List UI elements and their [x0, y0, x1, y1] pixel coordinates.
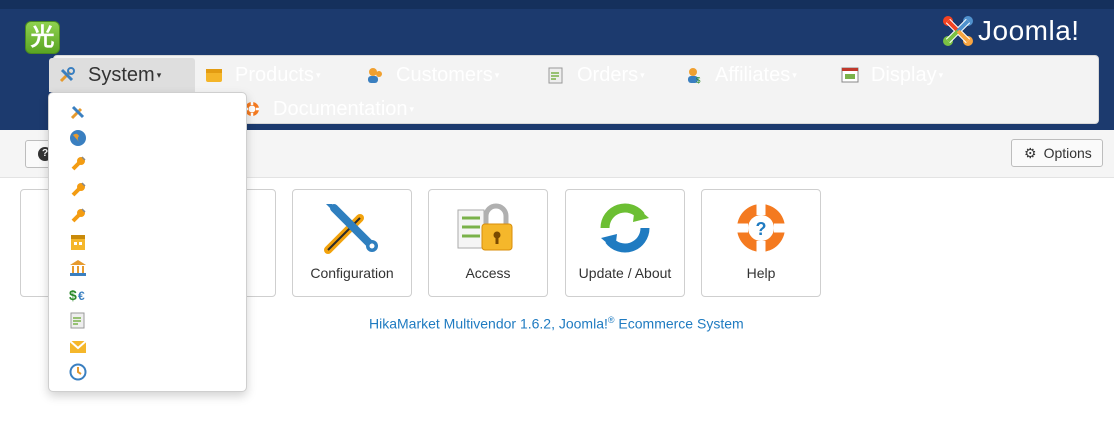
menu-affiliates-label: Affiliates	[715, 63, 791, 86]
dropdown-item-plugins-3[interactable]	[69, 205, 239, 227]
tools-icon	[69, 103, 87, 121]
registered-mark: ®	[607, 315, 615, 325]
tile-help[interactable]: ? Help	[701, 189, 821, 297]
joomla-logo-icon	[943, 16, 973, 46]
version-footer-link[interactable]: HikaMarket Multivendor 1.6.2, Joomla!® E…	[369, 315, 744, 332]
tools-icon	[58, 66, 76, 84]
header-topline	[0, 0, 1114, 9]
plugin-icon	[69, 181, 87, 199]
gear-icon: ⚙	[1024, 144, 1037, 161]
menu-affiliates[interactable]: $ Affiliates ▾	[685, 58, 797, 92]
menu-orders[interactable]: Orders ▾	[547, 58, 645, 92]
dropdown-item-currencies[interactable]: $ €	[69, 283, 239, 305]
svg-text:?: ?	[756, 219, 767, 239]
menu-orders-label: Orders	[577, 63, 639, 86]
tile-update-about-label: Update / About	[578, 265, 672, 281]
globe-icon	[69, 129, 87, 147]
menu-display[interactable]: Display ▾	[841, 58, 943, 92]
hikamarket-logo[interactable]: 光	[25, 21, 60, 54]
joomla-wordmark: Joomla!	[978, 15, 1080, 46]
affiliate-icon: $	[685, 66, 703, 85]
order-icon	[547, 66, 565, 84]
users-icon	[366, 66, 384, 84]
joomla-logo[interactable]: Joomla!	[940, 13, 1080, 49]
tile-update-about[interactable]: Update / About	[565, 189, 685, 297]
menu-products-label: Products	[235, 63, 314, 86]
tile-help-label: Help	[746, 265, 776, 281]
display-icon	[841, 66, 859, 84]
update-icon	[600, 203, 650, 253]
svg-text:$: $	[696, 76, 701, 84]
dropdown-item-emails[interactable]	[69, 335, 239, 357]
caret-down-icon: ▾	[792, 69, 797, 80]
access-icon	[457, 203, 513, 251]
menu-system[interactable]: System ▾	[49, 58, 195, 92]
calendar-icon	[69, 233, 87, 251]
dropdown-item-plugins-1[interactable]	[69, 153, 239, 175]
menu-system-label: System	[88, 63, 155, 86]
system-dropdown-menu: $ €	[48, 92, 247, 392]
order-icon	[69, 311, 87, 329]
menu-display-label: Display	[871, 63, 937, 86]
dropdown-item-configuration[interactable]	[69, 101, 239, 123]
caret-down-icon: ▾	[494, 69, 500, 80]
tile-configuration[interactable]: Configuration	[292, 189, 412, 297]
options-label: Options	[1043, 145, 1092, 161]
options-button[interactable]: ⚙ Options	[1011, 139, 1103, 167]
menu-customers[interactable]: Customers ▾	[366, 58, 499, 92]
dropdown-item-zones[interactable]	[69, 127, 239, 149]
dropdown-item-orders[interactable]	[69, 309, 239, 331]
box-icon	[205, 66, 223, 84]
tile-access-label: Access	[465, 265, 511, 281]
menu-documentation-label: Documentation	[273, 97, 408, 120]
dropdown-item-history[interactable]	[69, 361, 239, 383]
svg-text:$: $	[69, 287, 77, 303]
svg-text:€: €	[78, 289, 85, 303]
dropdown-item-bank[interactable]	[69, 257, 239, 279]
caret-down-icon: ▾	[938, 69, 944, 80]
menu-products[interactable]: Products ▾	[205, 58, 320, 92]
menu-customers-label: Customers	[396, 63, 493, 86]
dropdown-item-plugins-2[interactable]	[69, 179, 239, 201]
lifebuoy-icon: ?	[737, 204, 785, 252]
plugin-icon	[69, 155, 87, 173]
footer-text-after: Ecommerce System	[614, 315, 744, 332]
currency-icon: $ €	[69, 285, 87, 303]
caret-down-icon: ▾	[156, 69, 162, 80]
footer-text-before: HikaMarket Multivendor 1.6.2, Joomla!	[369, 315, 608, 332]
dropdown-item-calendar[interactable]	[69, 231, 239, 253]
email-icon	[69, 337, 87, 355]
caret-down-icon: ▾	[409, 103, 415, 114]
menu-documentation[interactable]: Documentation ▾	[243, 92, 414, 126]
bank-icon	[69, 259, 87, 277]
tile-configuration-label: Configuration	[310, 265, 394, 281]
history-icon	[69, 363, 87, 381]
plugin-icon	[69, 207, 87, 225]
tile-access[interactable]: Access	[428, 189, 548, 297]
caret-down-icon: ▾	[640, 69, 645, 80]
configuration-icon	[324, 204, 378, 254]
caret-down-icon: ▾	[315, 69, 321, 80]
